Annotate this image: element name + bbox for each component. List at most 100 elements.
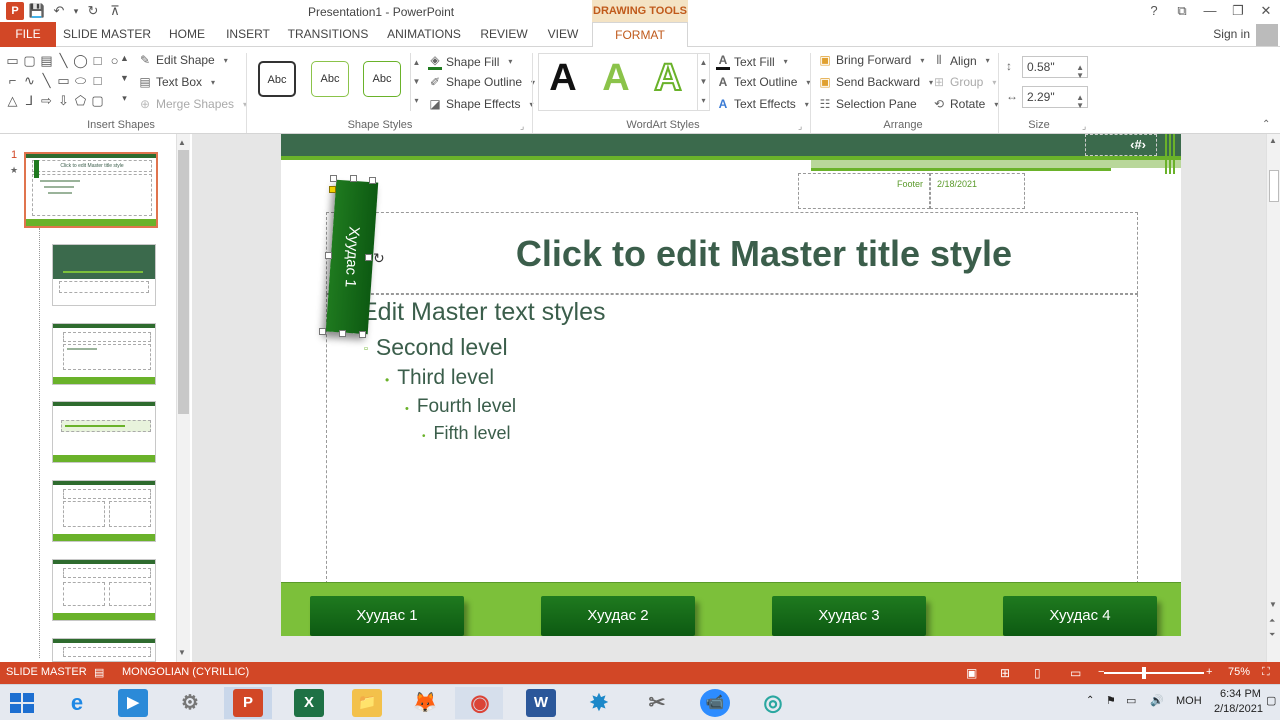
avatar[interactable] [1256, 24, 1278, 46]
tray-overflow-icon[interactable]: ⌃ [1086, 695, 1094, 706]
tab-home[interactable]: HOME [160, 22, 214, 47]
reading-view-icon[interactable]: ▯ [1034, 666, 1041, 680]
wordart-style-3[interactable]: A [646, 56, 690, 100]
network-icon[interactable]: ▭ [1126, 694, 1136, 707]
down-arrow-icon[interactable]: ⇩ [55, 93, 72, 109]
bring-forward-button[interactable]: ▣ Bring Forward ▾ [818, 53, 929, 67]
edit-shape-button[interactable]: ✎ Edit Shape ▾ [138, 53, 233, 67]
block-arrow-icon[interactable]: ⇨ [38, 93, 55, 109]
shape-styles-launcher-icon[interactable]: ⌟ [520, 121, 524, 132]
resize-handle[interactable] [319, 328, 326, 335]
resize-handle[interactable] [325, 252, 332, 259]
curve-shape-icon[interactable]: ∿ [21, 73, 38, 89]
oval-shape-icon[interactable]: ◯ [72, 53, 89, 69]
resize-handle[interactable] [330, 175, 337, 182]
sign-in-link[interactable]: Sign in [1213, 27, 1250, 41]
zoom-slider-thumb[interactable] [1142, 667, 1146, 679]
slide-number-placeholder[interactable]: ‹#› [1085, 134, 1157, 156]
slide-thumbnail-layout-1[interactable] [52, 244, 156, 306]
text-effects-button[interactable]: A Text Effects ▾ [716, 97, 814, 111]
group-button[interactable]: ⊞ Group ▾ [932, 75, 1001, 89]
box-shape-icon[interactable]: □ [89, 73, 106, 88]
l-shape-icon[interactable]: ⌐ [4, 73, 21, 88]
notifications-icon[interactable]: ▢ [1266, 694, 1276, 707]
ellipse-shape-icon[interactable]: ⬭ [72, 73, 89, 89]
shape-style-preset-2[interactable]: Abc [311, 61, 349, 97]
footer-placeholder[interactable]: Footer [798, 173, 930, 209]
rectangle-shape-icon[interactable]: ▭ [4, 53, 21, 69]
merge-shapes-button[interactable]: ⊕Merge Shapes▾ [138, 97, 252, 111]
shape-outline-button[interactable]: ✐ Shape Outline ▾ [428, 75, 540, 89]
settings-app-icon[interactable]: ⚙ [175, 689, 205, 717]
ribbon-display-options-button[interactable]: ⧉ [1168, 0, 1196, 22]
send-backward-button[interactable]: ▣ Send Backward ▾ [818, 75, 938, 89]
nav-button-page-1[interactable]: Хуудас 1 [310, 596, 464, 636]
diagonal-line-icon[interactable]: ╲ [38, 73, 55, 89]
windows-start-icon[interactable] [10, 693, 34, 713]
clock-time[interactable]: 6:34 PM [1220, 688, 1261, 700]
scroll-down-icon[interactable]: ▼ [178, 648, 186, 657]
gallery-scroll-up-icon[interactable]: ▲ [116, 53, 133, 63]
zoom-level[interactable]: 75% [1228, 666, 1250, 678]
slide-thumbnail-layout-5[interactable] [52, 559, 156, 621]
slide-thumbnail-layout-2[interactable] [52, 323, 156, 385]
rounded-box-icon[interactable]: ▢ [89, 93, 106, 109]
slide-sorter-icon[interactable]: ⊞ [1000, 666, 1010, 680]
pentagon-shape-icon[interactable]: ⬠ [72, 93, 89, 109]
rectangle-outline-icon[interactable]: ▭ [55, 73, 72, 89]
rotation-handle-icon[interactable]: ↻ [373, 250, 385, 267]
restore-button[interactable]: ❐ [1224, 0, 1252, 22]
resize-handle[interactable] [369, 177, 376, 184]
tab-insert[interactable]: INSERT [222, 22, 274, 47]
square-shape-icon[interactable]: □ [89, 53, 106, 68]
triangle-shape-icon[interactable]: △ [4, 93, 21, 109]
volume-icon[interactable]: 🔊 [1150, 694, 1164, 707]
shape-width-input[interactable]: 2.29" ▲ ▼ [1022, 86, 1088, 110]
shapes-gallery[interactable]: ▭ ▢ ▤ ╲ ◯ □ ○ ⌐ ∿ ╲ ▭ ⬭ □ △ ⅃ ⇨ ⇩ ⬠ ▢ ▲ … [4, 53, 132, 111]
resize-handle[interactable] [365, 254, 372, 261]
gallery-scroll-down-icon[interactable]: ▼ [116, 73, 133, 83]
nav-button-page-2[interactable]: Хуудас 2 [541, 596, 695, 636]
undo-dropdown-icon[interactable]: ▾ [72, 2, 80, 20]
slide-show-icon[interactable]: ▭ [1070, 666, 1081, 680]
previous-slide-icon[interactable]: ⏶ [1269, 616, 1275, 626]
nav-button-page-3[interactable]: Хуудас 3 [772, 596, 926, 636]
internet-explorer-icon[interactable]: e [62, 689, 92, 717]
proofing-icon[interactable]: ▤ [94, 666, 104, 679]
scroll-up-icon[interactable]: ▲ [1269, 136, 1277, 145]
powerpoint-taskbar-icon[interactable]: P [233, 689, 263, 717]
tab-animations[interactable]: ANIMATIONS [382, 22, 466, 47]
tab-review[interactable]: REVIEW [476, 22, 532, 47]
date-placeholder[interactable]: 2/18/2021 [930, 173, 1025, 209]
zoom-in-icon[interactable]: + [1206, 666, 1212, 678]
wordart-style-2[interactable]: A [594, 57, 638, 100]
resize-handle[interactable] [339, 330, 346, 337]
word-taskbar-icon[interactable]: W [526, 689, 556, 717]
slide-thumbnail-layout-6[interactable] [52, 638, 156, 662]
text-box-button[interactable]: ▤ Text Box ▾ [138, 75, 220, 89]
close-button[interactable]: ✕ [1252, 0, 1280, 22]
shape-effects-button[interactable]: ◪Shape Effects▾ [428, 97, 539, 111]
wordart-scroll[interactable]: ▲ ▼ ▾ [697, 53, 709, 111]
shape-styles-scroll[interactable]: ▲ ▼ ▾ [410, 53, 422, 111]
size-launcher-icon[interactable]: ⌟ [1082, 121, 1086, 132]
firefox-icon[interactable]: 🦊 [410, 689, 440, 717]
recorder-app-icon[interactable]: ◎ [758, 689, 788, 717]
title-placeholder[interactable]: Click to edit Master title style [326, 212, 1138, 294]
shape-style-preset-1[interactable]: Abc [258, 61, 296, 97]
excel-taskbar-icon[interactable]: X [294, 689, 324, 717]
language-label[interactable]: MONGOLIAN (CYRILLIC) [122, 666, 249, 678]
wordart-style-1[interactable]: A [541, 57, 585, 100]
help-button[interactable]: ? [1140, 0, 1168, 22]
scroll-thumb[interactable] [1269, 170, 1279, 202]
next-slide-icon[interactable]: ⏷ [1269, 630, 1275, 640]
shape-fill-button[interactable]: ◈ Shape Fill ▾ [428, 53, 517, 70]
adjustment-handle[interactable] [329, 186, 336, 193]
resize-handle[interactable] [350, 175, 357, 182]
undo-icon[interactable]: ↶ [50, 2, 68, 20]
rounded-rectangle-icon[interactable]: ▢ [21, 53, 38, 69]
clock-date[interactable]: 2/18/2021 [1214, 703, 1263, 715]
rotate-button[interactable]: ⟲ Rotate ▾ [932, 97, 1003, 111]
nav-button-page-4[interactable]: Хуудас 4 [1003, 596, 1157, 636]
gallery-more-icon[interactable]: ▾ [116, 93, 133, 104]
